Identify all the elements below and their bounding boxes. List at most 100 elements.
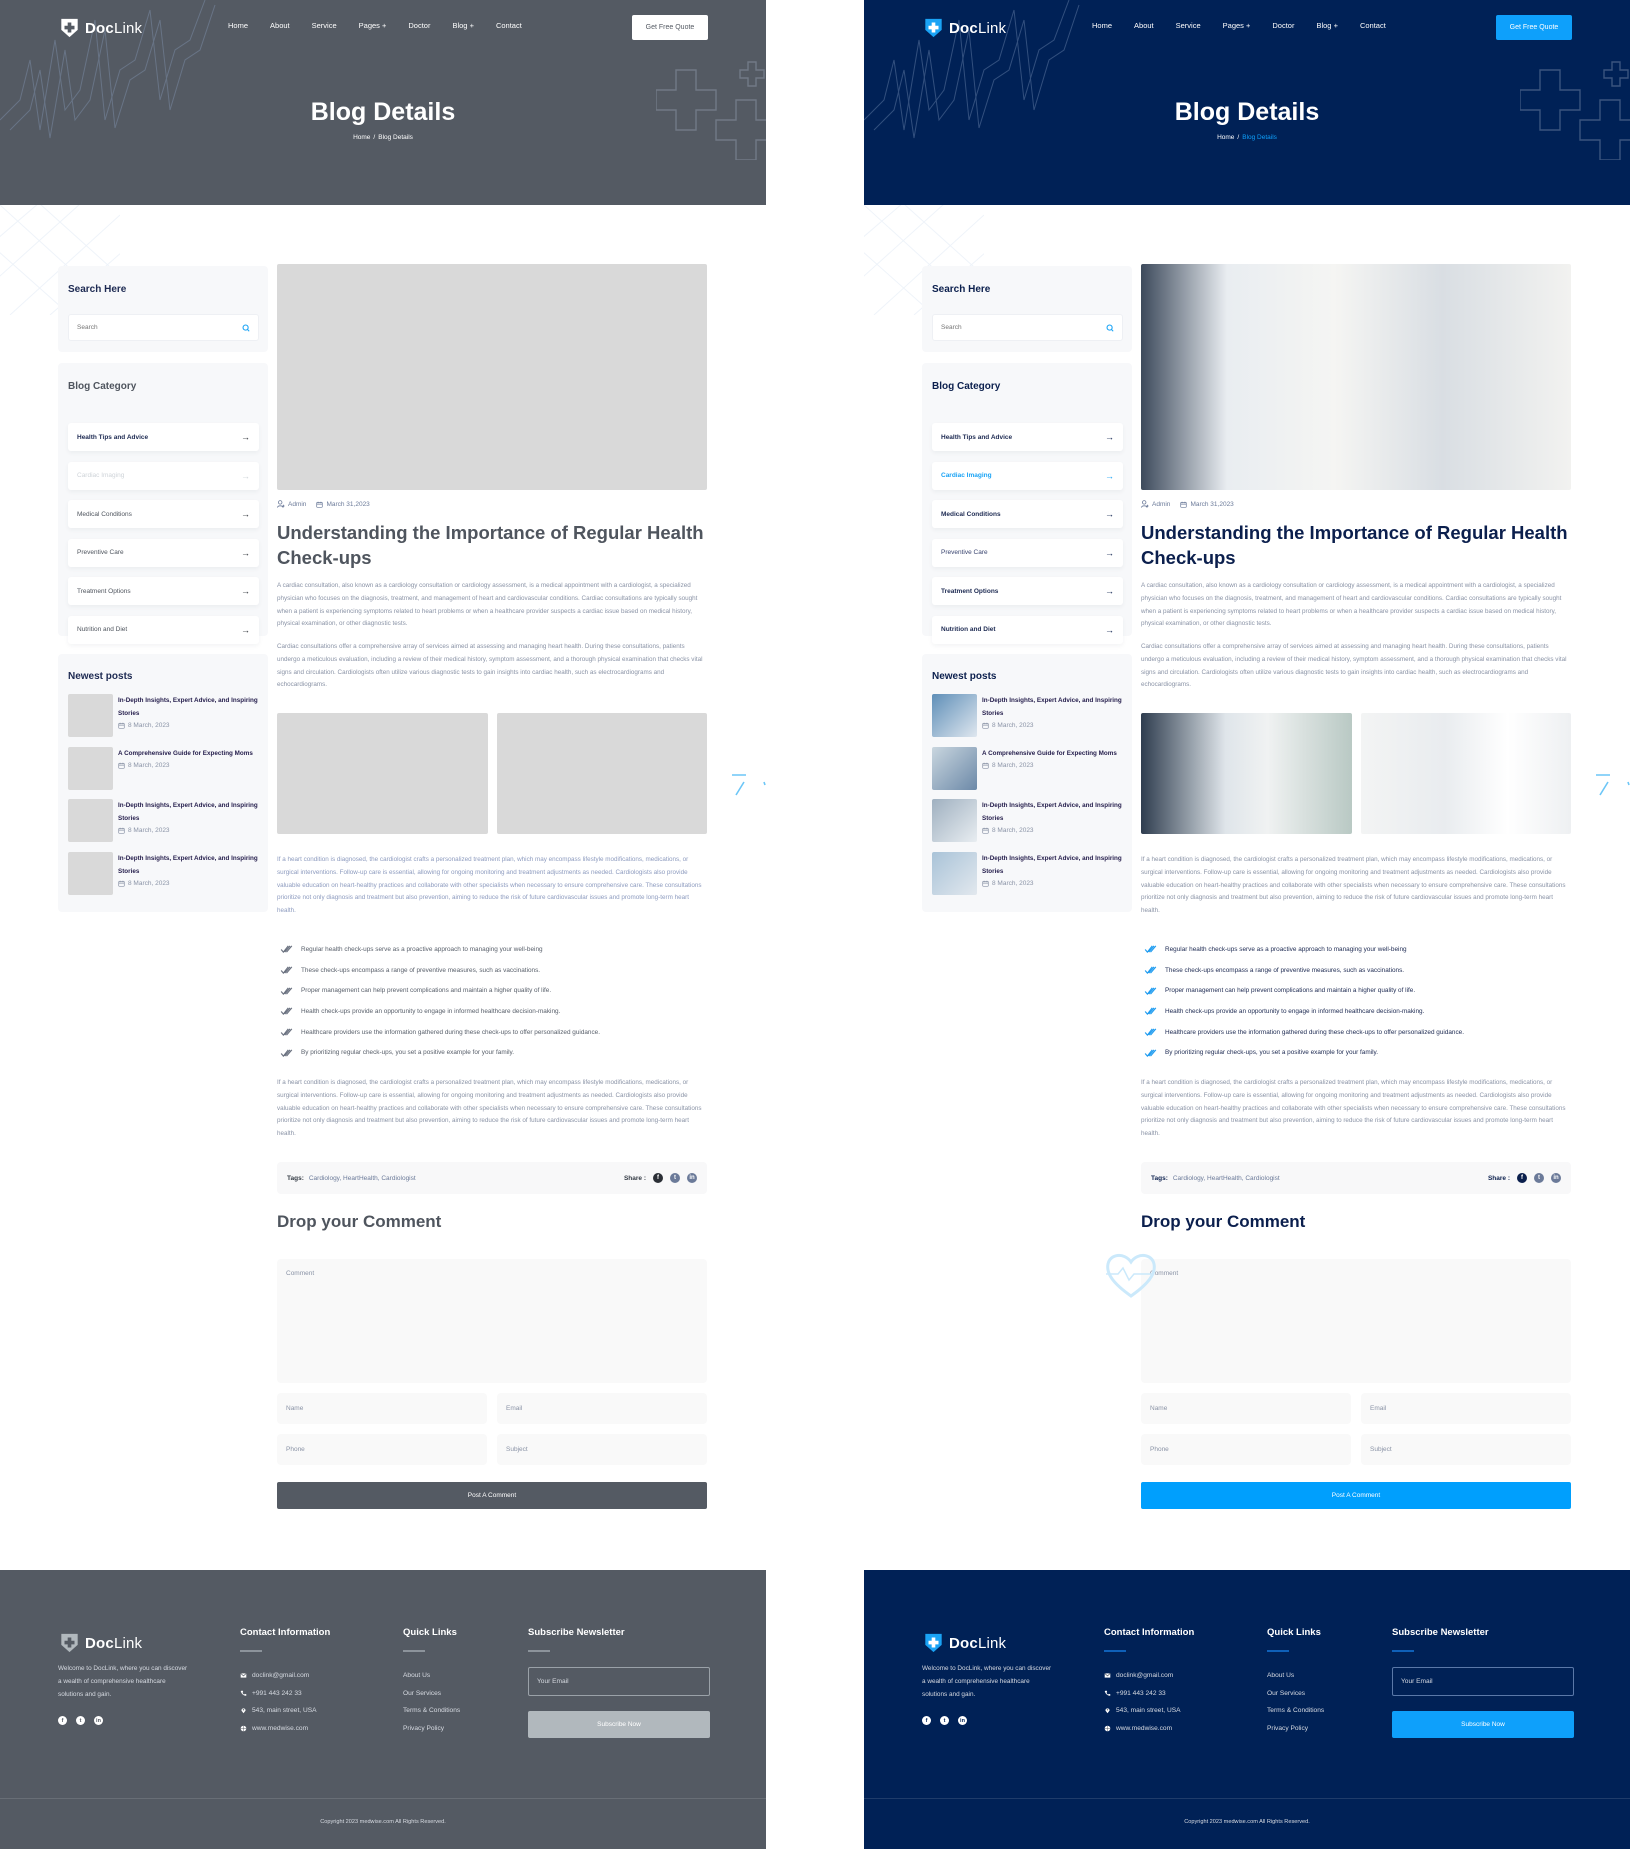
contact-item[interactable]: +991 443 242 33 — [240, 1685, 317, 1703]
nav-item-blog[interactable]: Blog + — [1316, 21, 1337, 30]
email-input[interactable] — [1361, 1393, 1571, 1424]
contact-item[interactable]: www.medwise.com — [1104, 1720, 1181, 1738]
facebook-icon[interactable]: f — [58, 1716, 67, 1725]
article-author[interactable]: Admin — [288, 501, 306, 508]
nav-item-home[interactable]: Home — [1092, 21, 1112, 30]
subject-input[interactable] — [497, 1434, 707, 1465]
newest-post-item[interactable]: A Comprehensive Guide for Expecting Moms… — [932, 746, 1127, 792]
newest-post-item[interactable]: In-Depth Insights, Expert Advice, and In… — [68, 851, 263, 897]
twitter-icon[interactable]: t — [940, 1716, 949, 1725]
post-title[interactable]: In-Depth Insights, Expert Advice, and In… — [982, 852, 1127, 878]
comment-textarea[interactable] — [277, 1259, 707, 1383]
subject-input[interactable] — [1361, 1434, 1571, 1465]
nav-item-pages[interactable]: Pages + — [359, 21, 387, 30]
category-item[interactable]: Cardiac Imaging → — [932, 461, 1123, 490]
quick-link[interactable]: Privacy Policy — [403, 1720, 460, 1738]
category-item[interactable]: Treatment Options → — [932, 577, 1123, 605]
twitter-icon[interactable]: t — [670, 1173, 680, 1183]
newest-post-item[interactable]: In-Depth Insights, Expert Advice, and In… — [932, 694, 1127, 739]
category-item[interactable]: Medical Conditions → — [68, 500, 259, 528]
quick-link[interactable]: Our Services — [1267, 1685, 1324, 1703]
post-title[interactable]: In-Depth Insights, Expert Advice, and In… — [982, 799, 1127, 825]
article-author[interactable]: Admin — [1152, 501, 1170, 508]
quick-link[interactable]: Terms & Conditions — [403, 1702, 460, 1720]
phone-input[interactable] — [277, 1434, 487, 1465]
subscribe-button[interactable]: Subscribe Now — [1392, 1711, 1574, 1738]
contact-item[interactable]: doclink@gmail.com — [1104, 1667, 1181, 1685]
linkedin-icon[interactable]: in — [1551, 1173, 1561, 1183]
facebook-icon[interactable]: f — [653, 1173, 663, 1183]
linkedin-icon[interactable]: in — [94, 1716, 103, 1725]
footer-logo[interactable]: DocLink — [924, 1633, 1006, 1653]
contact-item[interactable]: 543, main street, USA — [240, 1702, 317, 1720]
category-item[interactable]: Preventive Care → — [68, 538, 259, 567]
nav-item-about[interactable]: About — [1134, 21, 1154, 30]
newest-post-item[interactable]: A Comprehensive Guide for Expecting Moms… — [68, 746, 263, 792]
search-field[interactable] — [932, 314, 1123, 341]
comment-textarea[interactable] — [1141, 1259, 1571, 1383]
quick-link[interactable]: Our Services — [403, 1685, 460, 1703]
post-title[interactable]: In-Depth Insights, Expert Advice, and In… — [118, 852, 263, 878]
logo[interactable]: DocLink — [60, 18, 142, 38]
newsletter-email-input[interactable] — [528, 1667, 710, 1696]
logo[interactable]: DocLink — [924, 18, 1006, 38]
search-input[interactable] — [941, 324, 1106, 331]
breadcrumb-home[interactable]: Home — [1217, 134, 1234, 141]
phone-input[interactable] — [1141, 1434, 1351, 1465]
name-input[interactable] — [1141, 1393, 1351, 1424]
nav-item-service[interactable]: Service — [1176, 21, 1201, 30]
contact-item[interactable]: +991 443 242 33 — [1104, 1685, 1181, 1703]
newsletter-email-input[interactable] — [1392, 1667, 1574, 1696]
post-title[interactable]: In-Depth Insights, Expert Advice, and In… — [118, 799, 263, 825]
contact-item[interactable]: www.medwise.com — [240, 1720, 317, 1738]
category-item[interactable]: Nutrition and Diet → — [68, 615, 259, 644]
post-title[interactable]: In-Depth Insights, Expert Advice, and In… — [118, 694, 263, 720]
category-item[interactable]: Health Tips and Advice → — [68, 423, 259, 451]
nav-item-doctor[interactable]: Doctor — [1272, 21, 1294, 30]
nav-item-doctor[interactable]: Doctor — [408, 21, 430, 30]
contact-item[interactable]: doclink@gmail.com — [240, 1667, 317, 1685]
post-title[interactable]: A Comprehensive Guide for Expecting Moms — [982, 747, 1117, 760]
category-item[interactable]: Treatment Options → — [68, 577, 259, 605]
nav-item-blog[interactable]: Blog + — [452, 21, 473, 30]
post-thumbnail[interactable] — [932, 799, 977, 842]
nav-item-pages[interactable]: Pages + — [1223, 21, 1251, 30]
nav-item-contact[interactable]: Contact — [1360, 21, 1386, 30]
nav-item-about[interactable]: About — [270, 21, 290, 30]
nav-item-contact[interactable]: Contact — [496, 21, 522, 30]
subscribe-button[interactable]: Subscribe Now — [528, 1711, 710, 1738]
facebook-icon[interactable]: f — [922, 1716, 931, 1725]
post-thumbnail[interactable] — [932, 851, 977, 895]
footer-logo[interactable]: DocLink — [60, 1633, 142, 1653]
newest-post-item[interactable]: In-Depth Insights, Expert Advice, and In… — [932, 851, 1127, 897]
post-comment-button[interactable]: Post A Comment — [1141, 1482, 1571, 1509]
linkedin-icon[interactable]: in — [687, 1173, 697, 1183]
post-title[interactable]: A Comprehensive Guide for Expecting Moms — [118, 747, 253, 760]
post-title[interactable]: In-Depth Insights, Expert Advice, and In… — [982, 694, 1127, 720]
quick-link[interactable]: About Us — [403, 1667, 460, 1685]
name-input[interactable] — [277, 1393, 487, 1424]
nav-item-home[interactable]: Home — [228, 21, 248, 30]
email-input[interactable] — [497, 1393, 707, 1424]
category-item[interactable]: Nutrition and Diet → — [932, 615, 1123, 644]
category-item[interactable]: Medical Conditions → — [932, 500, 1123, 528]
twitter-icon[interactable]: t — [1534, 1173, 1544, 1183]
linkedin-icon[interactable]: in — [958, 1716, 967, 1725]
twitter-icon[interactable]: t — [76, 1716, 85, 1725]
post-thumbnail[interactable] — [68, 851, 113, 895]
nav-item-service[interactable]: Service — [312, 21, 337, 30]
contact-item[interactable]: 543, main street, USA — [1104, 1702, 1181, 1720]
post-thumbnail[interactable] — [68, 746, 113, 790]
quick-link[interactable]: Terms & Conditions — [1267, 1702, 1324, 1720]
search-field[interactable] — [68, 314, 259, 341]
get-free-quote-button[interactable]: Get Free Quote — [1496, 15, 1572, 40]
post-thumbnail[interactable] — [68, 799, 113, 842]
facebook-icon[interactable]: f — [1517, 1173, 1527, 1183]
quick-link[interactable]: About Us — [1267, 1667, 1324, 1685]
post-comment-button[interactable]: Post A Comment — [277, 1482, 707, 1509]
newest-post-item[interactable]: In-Depth Insights, Expert Advice, and In… — [68, 799, 263, 844]
category-item[interactable]: Health Tips and Advice → — [932, 423, 1123, 451]
search-input[interactable] — [77, 324, 242, 331]
quick-link[interactable]: Privacy Policy — [1267, 1720, 1324, 1738]
breadcrumb-home[interactable]: Home — [353, 134, 370, 141]
